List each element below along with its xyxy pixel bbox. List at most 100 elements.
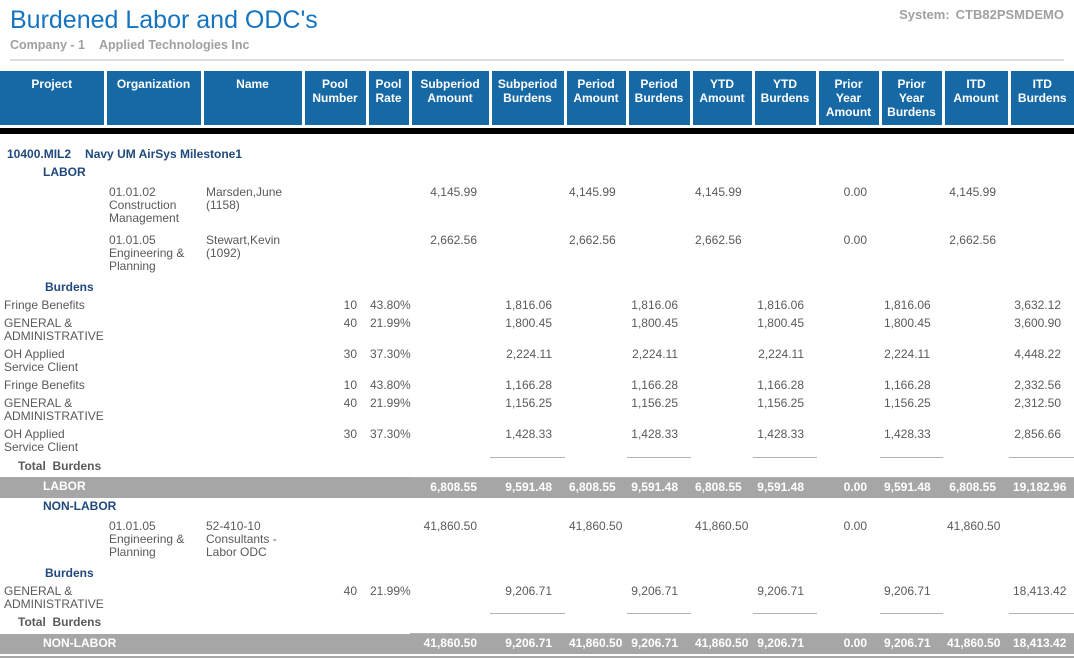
subperiod-burdens-cell: [490, 230, 565, 278]
ytd-amount-cell: 2,662.56: [691, 230, 753, 278]
burden-row: Fringe Benefits 10 43.80% 1,166.28 1,166…: [0, 377, 1074, 395]
project-cell: [0, 182, 105, 230]
project-cell: [0, 230, 105, 278]
ytd-burdens-cell: [753, 230, 817, 278]
subperiod-burdens-cell: [490, 182, 565, 230]
prior-year-burdens-cell: 9,206.71: [880, 583, 943, 614]
prior-year-amount-total: 0.00: [817, 477, 880, 498]
pool-number-cell: [303, 230, 367, 278]
itd-amount-cell: 4,145.99: [943, 182, 1009, 230]
column-header-period-amount: Period Amount: [565, 71, 627, 125]
burdens-subheader: Burdens: [0, 278, 1074, 297]
name-cell: [202, 395, 303, 426]
prior-year-burdens-cell: [880, 516, 943, 564]
labor-total-row: LABOR 6,808.55 9,591.48 6,808.55 9,591.4…: [0, 477, 1074, 498]
period-burdens-cell: 1,816.06: [627, 297, 691, 315]
prior-year-amount-cell: 0.00: [817, 516, 880, 564]
period-burdens-cell: [627, 516, 691, 564]
period-amount-total: 41,860.50: [565, 634, 627, 656]
prior-year-burdens-cell: 2,224.11: [880, 346, 943, 377]
ytd-amount-cell: 4,145.99: [691, 182, 753, 230]
prior-year-amount-cell: [817, 346, 880, 377]
org-cell: 01.01.05 Engineering & Planning: [105, 516, 202, 564]
prior-year-amount-cell: [817, 395, 880, 426]
period-burdens-cell: 1,800.45: [627, 315, 691, 346]
system-label: System:: [899, 7, 950, 22]
period-amount-cell: 2,662.56: [565, 230, 627, 278]
detail-row: 01.01.05 Engineering & Planning 52-410-1…: [0, 516, 1074, 564]
org-cell: [105, 297, 202, 315]
itd-amount-cell: [943, 426, 1009, 457]
column-header-name: Name: [202, 71, 303, 125]
period-burdens-total: 9,591.48: [627, 477, 691, 498]
ytd-amount-cell: [691, 297, 753, 315]
burden-row: OH Applied Service Client 30 37.30% 1,42…: [0, 426, 1074, 457]
subperiod-amount-cell: [410, 583, 490, 614]
itd-amount-cell: 41,860.50: [943, 516, 1009, 564]
prior-year-amount-cell: 0.00: [817, 230, 880, 278]
column-header-itd-burdens: ITD Burdens: [1009, 71, 1074, 125]
period-burdens-cell: 9,206.71: [627, 583, 691, 614]
column-header-subperiod-burdens: Subperiod Burdens: [490, 71, 565, 125]
itd-burdens-cell: 4,448.22: [1009, 346, 1074, 377]
period-burdens-total: 9,206.71: [627, 634, 691, 656]
prior-year-amount-cell: [817, 315, 880, 346]
ytd-amount-total: 41,860.50: [691, 634, 753, 656]
column-header-row: Project Organization Name Pool Number Po…: [0, 71, 1074, 125]
section-row-non-labor: NON-LABOR: [0, 498, 1074, 516]
ytd-burdens-cell: 9,206.71: [753, 583, 817, 614]
prior-year-amount-total: 0.00: [817, 634, 880, 656]
prior-year-burdens-cell: 1,156.25: [880, 395, 943, 426]
period-burdens-cell: [627, 230, 691, 278]
period-amount-cell: 4,145.99: [565, 182, 627, 230]
detail-row: 01.01.02 Construction Management Marsden…: [0, 182, 1074, 230]
period-amount-cell: [565, 395, 627, 426]
org-cell: [105, 583, 202, 614]
period-amount-cell: 41,860.50: [565, 516, 627, 564]
period-amount-cell: [565, 426, 627, 457]
project-cell: [0, 516, 105, 564]
period-burdens-cell: 1,166.28: [627, 377, 691, 395]
pool-number-cell: 10: [303, 297, 367, 315]
ytd-burdens-cell: [753, 182, 817, 230]
subperiod-burdens-cell: 1,156.25: [490, 395, 565, 426]
name-cell: [202, 426, 303, 457]
burden-name-cell: OH Applied Service Client: [0, 426, 105, 457]
burden-name-cell: GENERAL & ADMINISTRATIVE: [0, 395, 105, 426]
itd-amount-cell: [943, 297, 1009, 315]
pool-rate-cell: [367, 182, 410, 230]
column-header-ytd-burdens: YTD Burdens: [753, 71, 817, 125]
itd-amount-cell: 2,662.56: [943, 230, 1009, 278]
ytd-burdens-cell: 1,816.06: [753, 297, 817, 315]
subperiod-amount-cell: 4,145.99: [410, 182, 490, 230]
itd-burdens-cell: 3,600.90: [1009, 315, 1074, 346]
subperiod-amount-total: 41,860.50: [410, 634, 490, 656]
subperiod-amount-cell: [410, 395, 490, 426]
org-cell: 01.01.02 Construction Management: [105, 182, 202, 230]
column-header-pool-number: Pool Number: [303, 71, 367, 125]
period-amount-cell: [565, 315, 627, 346]
itd-amount-cell: [943, 377, 1009, 395]
ytd-amount-total: 6,808.55: [691, 477, 753, 498]
period-burdens-cell: 1,428.33: [627, 426, 691, 457]
ytd-amount-cell: [691, 583, 753, 614]
period-amount-total: 6,808.55: [565, 477, 627, 498]
name-cell: [202, 377, 303, 395]
pool-number-cell: 30: [303, 346, 367, 377]
prior-year-burdens-cell: 1,166.28: [880, 377, 943, 395]
name-cell: [202, 315, 303, 346]
subperiod-burdens-cell: 1,428.33: [490, 426, 565, 457]
pool-rate-cell: 43.80%: [367, 377, 410, 395]
company-name: Applied Technologies Inc: [99, 38, 249, 52]
prior-year-burdens-cell: [880, 182, 943, 230]
pool-number-cell: 40: [303, 315, 367, 346]
name-cell: [202, 583, 303, 614]
subperiod-burdens-total: 9,206.71: [490, 634, 565, 656]
prior-year-burdens-cell: 1,816.06: [880, 297, 943, 315]
org-cell: [105, 395, 202, 426]
pool-number-cell: 40: [303, 395, 367, 426]
pool-rate-cell: 37.30%: [367, 346, 410, 377]
pool-rate-cell: 37.30%: [367, 426, 410, 457]
project-code: 10400.MIL2: [7, 147, 71, 161]
itd-amount-total: 6,808.55: [943, 477, 1009, 498]
